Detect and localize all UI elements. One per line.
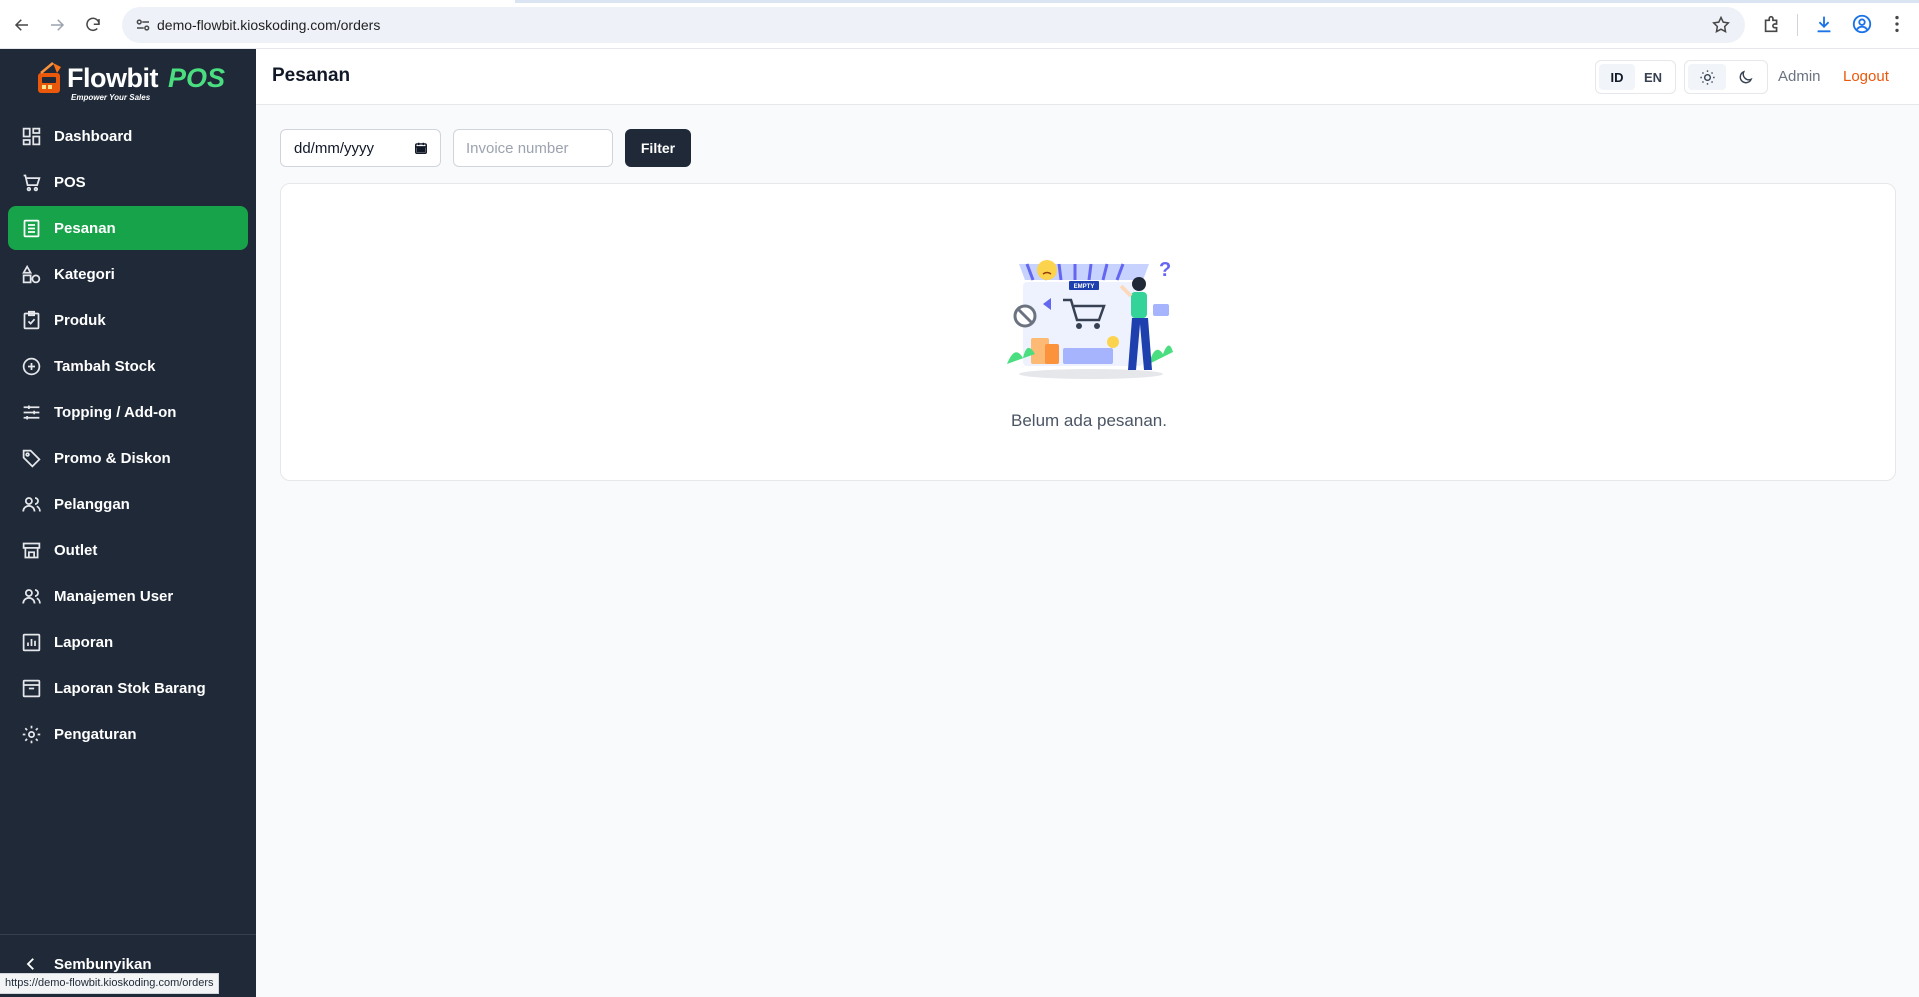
dark-theme-button[interactable] [1726,64,1764,90]
arrow-right-icon [51,19,65,31]
more-vertical-icon [1895,15,1899,33]
flowbit-logo-icon [38,62,61,93]
brand-suffix: POS [168,63,226,93]
puzzle-icon [1764,15,1778,33]
collapse-sidebar-button[interactable]: Sembunyikan [20,953,152,975]
site-settings-icon[interactable] [134,16,152,34]
sidebar-item-label: POS [54,173,86,191]
browser-menu-button[interactable] [1886,13,1908,35]
bar-chart-icon [20,631,42,653]
category-shapes-icon [20,263,42,285]
sidebar-item-pesanan[interactable]: Pesanan [8,206,248,250]
sidebar-item-dashboard[interactable]: Dashboard [8,114,248,158]
sidebar-item-kategori[interactable]: Kategori [8,252,248,296]
theme-toggle [1684,60,1768,94]
sun-icon [1699,69,1715,85]
sidebar-menu: Dashboard POS Pesanan Kategori Produk Ta… [8,114,248,758]
page-title: Pesanan [272,65,351,86]
address-bar[interactable]: demo-flowbit.kioskoding.com/orders [122,7,1745,43]
question-mark-glyph: ? [1159,259,1171,281]
empty-store-illustration: EMPTY ? [1007,259,1173,379]
empty-state-message: Belum ada pesanan. [1011,411,1167,430]
sidebar-item-laporan[interactable]: Laporan [8,620,248,664]
user-role-label: Admin [1778,68,1821,85]
sidebar-item-label: Laporan Stok Barang [54,679,206,697]
sidebar-item-pelanggan[interactable]: Pelanggan [8,482,248,526]
download-icon [1817,16,1831,33]
moon-icon [1739,69,1753,83]
date-filter-input[interactable]: dd/mm/yyyy [280,129,441,167]
sidebar-item-laporan-stok[interactable]: Laporan Stok Barang [8,666,248,710]
orders-empty-card: EMPTY ? Belum ada pesanan. [280,183,1896,481]
sidebar-item-topping[interactable]: Topping / Add-on [8,390,248,434]
toolbar-divider [1797,14,1798,36]
tag-icon [20,447,42,469]
sidebar-item-outlet[interactable]: Outlet [8,528,248,572]
brand-tagline: Empower Your Sales [71,93,151,102]
sidebar-item-label: Promo & Diskon [54,449,171,467]
top-header: Pesanan ID EN Admin Logout [256,49,1919,105]
browser-toolbar: demo-flowbit.kioskoding.com/orders [0,0,1919,49]
sidebar-item-label: Dashboard [54,127,133,145]
sidebar-item-manajemen-user[interactable]: Manajemen User [8,574,248,618]
date-placeholder: dd/mm/yyyy [294,140,375,157]
cart-icon [20,171,42,193]
sidebar-item-label: Produk [54,311,106,329]
sidebar-item-produk[interactable]: Produk [8,298,248,342]
orders-list-icon [20,217,42,239]
sidebar-item-pengaturan[interactable]: Pengaturan [8,712,248,756]
sidebar-item-label: Laporan [54,633,114,651]
forward-button[interactable] [44,12,70,38]
sidebar-item-tambah-stock[interactable]: Tambah Stock [8,344,248,388]
language-toggle: ID EN [1595,60,1676,94]
brand-logo[interactable]: Flowbit POS Empower Your Sales [35,57,247,102]
brand-name: Flowbit [67,63,158,93]
sidebar-item-pos[interactable]: POS [8,160,248,204]
arrow-left-icon [14,19,28,31]
reload-button[interactable] [80,12,106,38]
plus-circle-icon [20,355,42,377]
profile-button[interactable] [1851,13,1873,35]
profile-icon [1852,14,1872,34]
back-button[interactable] [9,12,35,38]
sidebar-item-label: Pelanggan [54,495,130,513]
empty-sign-text: EMPTY [1074,284,1095,290]
invoice-number-input[interactable] [453,129,613,167]
logout-button[interactable]: Logout [1843,68,1889,85]
sidebar-item-label: Manajemen User [54,587,174,605]
sidebar-item-label: Outlet [54,541,98,559]
users-icon [20,585,42,607]
sidebar-item-label: Pesanan [54,219,116,237]
chevron-left-icon [20,953,42,975]
filter-button[interactable]: Filter [625,129,691,167]
downloads-button[interactable] [1813,13,1835,35]
gear-icon [20,723,42,745]
calendar-icon[interactable] [414,141,428,155]
bookmark-star-icon[interactable] [1711,15,1731,35]
sidebar-item-label: Tambah Stock [54,357,156,375]
status-bar-url: https://demo-flowbit.kioskoding.com/orde… [0,973,220,994]
brand-wordmark: Flowbit POS Empower Your Sales [67,57,247,102]
sidebar-item-label: Topping / Add-on [54,403,177,421]
extensions-button[interactable] [1761,13,1783,35]
tab-strip [0,0,1919,3]
sidebar-item-label: Kategori [54,265,115,283]
clipboard-check-icon [20,309,42,331]
lang-id-button[interactable]: ID [1599,64,1635,90]
reload-icon [86,17,100,32]
store-icon [20,539,42,561]
sidebar-item-promo[interactable]: Promo & Diskon [8,436,248,480]
sliders-icon [20,401,42,423]
archive-icon [20,677,42,699]
users-icon [20,493,42,515]
dashboard-icon [20,125,42,147]
light-theme-button[interactable] [1688,64,1726,90]
sidebar: Flowbit POS Empower Your Sales Dashboard… [0,49,256,997]
collapse-label: Sembunyikan [54,955,152,973]
url-text: demo-flowbit.kioskoding.com/orders [157,17,381,33]
sidebar-item-label: Pengaturan [54,725,137,743]
lang-en-button[interactable]: EN [1635,64,1671,90]
